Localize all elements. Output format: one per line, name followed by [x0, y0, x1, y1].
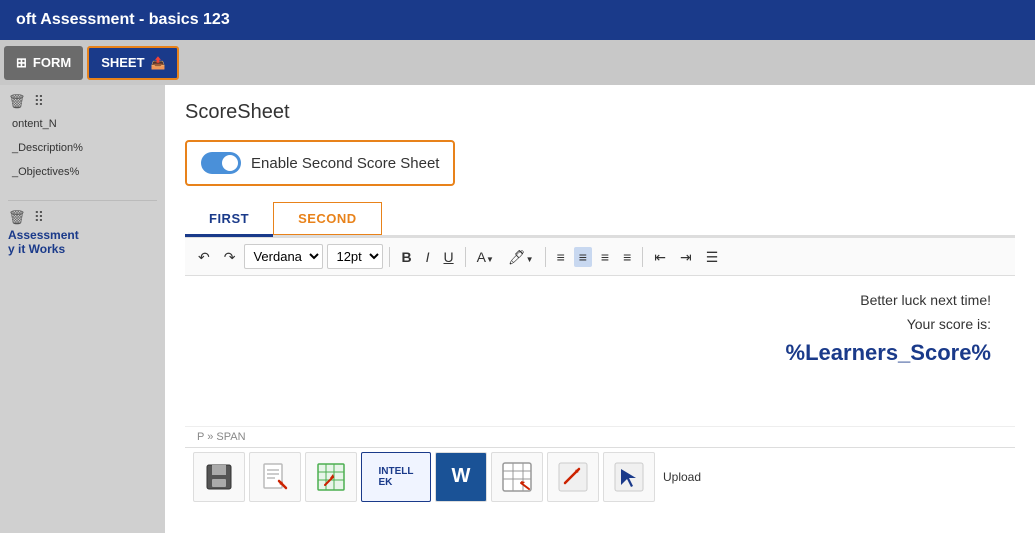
table-icon-btn[interactable]: [491, 452, 543, 502]
title-bar: oft Assessment - basics 123: [0, 0, 1035, 40]
drag-icon[interactable]: ⠿: [34, 93, 44, 110]
font-color-button[interactable]: A▼: [472, 247, 499, 267]
intellek-icon-btn[interactable]: INTELLEK: [361, 452, 431, 502]
cursor-icon: [613, 461, 645, 493]
align-right-button[interactable]: ≡: [596, 247, 614, 267]
spreadsheet-icon: [315, 461, 347, 493]
bottom-toolbar: INTELLEK W: [185, 447, 1015, 505]
tab-sheet[interactable]: SHEET 📤: [87, 46, 179, 80]
word-icon-btn[interactable]: W: [435, 452, 487, 502]
form-tab-icon: ⊞: [16, 55, 27, 71]
align-justify-button[interactable]: ≡: [618, 247, 636, 267]
editor-variable: %Learners_Score%: [209, 340, 991, 366]
divider-2: [465, 247, 466, 267]
editor-line-2: Your score is:: [209, 316, 991, 332]
align-center-button[interactable]: ≡: [574, 247, 592, 267]
sidebar: 🗑 ⠿ ontent_N _Description% _Objectives% …: [0, 85, 165, 533]
panel: ScoreSheet Enable Second Score Sheet FIR…: [165, 85, 1035, 533]
toggle-label: Enable Second Score Sheet: [251, 155, 439, 172]
sidebar-item-description: _Description%: [8, 136, 157, 160]
font-select[interactable]: Verdana: [244, 244, 323, 269]
sidebar-assessment[interactable]: Assessment: [8, 228, 157, 242]
enable-toggle[interactable]: [201, 152, 241, 174]
editor-content[interactable]: Better luck next time! Your score is: %L…: [185, 276, 1015, 426]
align-left-button[interactable]: ≡: [552, 247, 570, 267]
undo-button[interactable]: ↶: [193, 247, 215, 267]
arrow-icon: [557, 461, 589, 493]
divider-1: [389, 247, 390, 267]
highlight-button[interactable]: 🖊▼: [503, 247, 539, 267]
status-bar: P » SPAN: [185, 426, 1015, 447]
sidebar-bottom-controls: 🗑 ⠿: [8, 209, 157, 226]
form-tab-label: FORM: [33, 55, 71, 70]
app-title: oft Assessment - basics 123: [16, 11, 230, 29]
trash-icon[interactable]: 🗑: [8, 93, 26, 110]
editor-line-1: Better luck next time!: [209, 292, 991, 308]
tab-form[interactable]: ⊞ FORM: [4, 46, 83, 80]
intellek-label: INTELLEK: [379, 466, 414, 488]
panel-title: ScoreSheet: [185, 101, 1015, 124]
underline-button[interactable]: U: [438, 247, 458, 267]
word-icon: W: [452, 465, 471, 488]
sidebar-item-text-1: ontent_N: [12, 118, 57, 130]
list-format-button[interactable]: ☰: [701, 247, 724, 267]
sidebar-works[interactable]: y it Works: [8, 242, 157, 256]
enable-toggle-row[interactable]: Enable Second Score Sheet: [185, 140, 455, 186]
spreadsheet-icon-btn[interactable]: [305, 452, 357, 502]
tab-first[interactable]: FIRST: [185, 202, 273, 237]
sheet-tab-icon: 📤: [151, 56, 166, 70]
divider-3: [545, 247, 546, 267]
tab-second[interactable]: SECOND: [273, 202, 382, 235]
table-icon: [501, 461, 533, 493]
status-text: P » SPAN: [197, 431, 246, 443]
italic-button[interactable]: I: [421, 247, 435, 267]
upload-label: Upload: [659, 470, 701, 484]
sidebar-item-text-3: _Objectives%: [12, 166, 79, 178]
redo-button[interactable]: ↷: [219, 247, 241, 267]
sidebar-controls: 🗑 ⠿: [8, 93, 157, 110]
divider-4: [642, 247, 643, 267]
doc-icon: [259, 461, 291, 493]
tab-bar: ⊞ FORM SHEET 📤: [0, 40, 1035, 85]
sidebar-item-objectives: _Objectives%: [8, 160, 157, 184]
sidebar-item-text-2: _Description%: [12, 142, 83, 154]
sub-tabs: FIRST SECOND: [185, 202, 1015, 237]
sidebar-bottom: 🗑 ⠿ Assessment y it Works: [8, 200, 157, 256]
editor-toolbar: ↶ ↷ Verdana 12pt B I U A▼ 🖊▼ ≡ ≡ ≡ ≡ ⇤ ⇥…: [185, 237, 1015, 276]
save-icon: [203, 461, 235, 493]
drag-icon-2[interactable]: ⠿: [34, 209, 44, 226]
arrow-icon-btn[interactable]: [547, 452, 599, 502]
size-select[interactable]: 12pt: [327, 244, 383, 269]
outdent-button[interactable]: ⇤: [649, 247, 671, 267]
trash-icon-2[interactable]: 🗑: [8, 209, 26, 226]
bold-button[interactable]: B: [396, 247, 416, 267]
cursor-icon-btn[interactable]: [603, 452, 655, 502]
sheet-tab-label: SHEET: [101, 55, 144, 70]
sidebar-item-content: ontent_N: [8, 112, 157, 136]
indent-button[interactable]: ⇥: [675, 247, 697, 267]
doc-icon-btn[interactable]: [249, 452, 301, 502]
main-area: 🗑 ⠿ ontent_N _Description% _Objectives% …: [0, 85, 1035, 533]
save-icon-btn[interactable]: [193, 452, 245, 502]
